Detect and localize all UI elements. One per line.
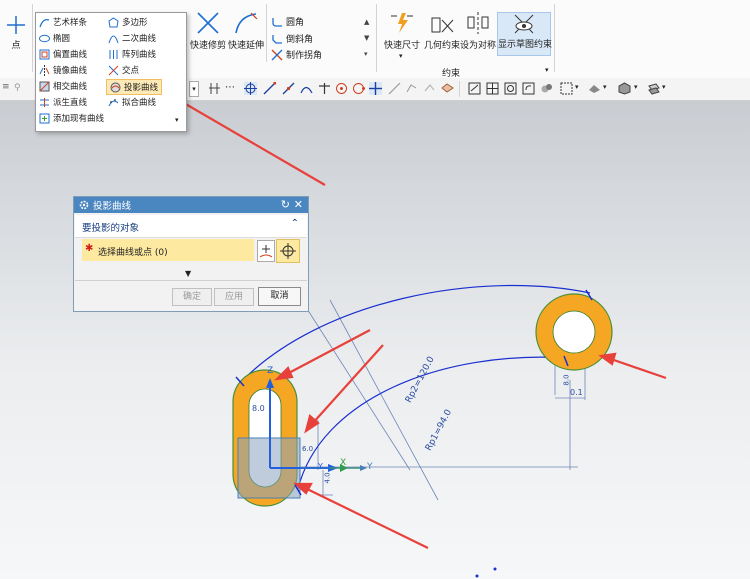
menu-item-intersection-point[interactable]: 交点 (108, 64, 139, 76)
curve-rule-icon (259, 245, 273, 258)
spline-icon (39, 18, 50, 27)
required-asterisk-icon: ✱ (85, 243, 94, 254)
more-options-expand-icon[interactable]: ▼ (185, 269, 191, 278)
fit-curve-icon (108, 98, 119, 106)
axis-y-label-2: Y (318, 462, 323, 471)
axis-z-label: Z (267, 366, 274, 376)
project-curve-icon (110, 82, 121, 92)
menu-item-conic[interactable]: 二次曲线 (108, 32, 156, 44)
mirror-curve-icon (39, 64, 50, 76)
offset-curve-icon (39, 49, 50, 59)
pattern-curve-icon (109, 49, 118, 59)
cancel-button[interactable]: 取消 (258, 287, 301, 306)
apply-button[interactable]: 应用 (214, 288, 254, 306)
dimension-slot-width[interactable]: 8.0 (252, 404, 265, 413)
dimension-ring-offset[interactable]: 0.1 (570, 388, 583, 397)
conic-icon (108, 35, 119, 43)
dialog-title: 投影曲线 (93, 201, 132, 212)
menu-item-intersection-curve[interactable]: 相交曲线 (39, 80, 87, 92)
menu-item-project-curve[interactable]: 投影曲线 (106, 79, 163, 95)
menu-item-derived-line[interactable]: 派生直线 (39, 96, 87, 108)
menu-expand-icon[interactable]: ▾ (175, 116, 179, 124)
curve-rule-button[interactable] (257, 240, 275, 262)
point-dialog-button[interactable] (276, 239, 300, 263)
add-existing-curve-icon (39, 113, 50, 123)
menu-item-fit-curve[interactable]: 拟合曲线 (108, 96, 156, 108)
project-curve-dialog: 投影曲线 ↻ ✕ 要投影的对象 ⌃ ✱ 选择曲线或点 (0) ▼ 确定 应用 取… (73, 196, 309, 312)
intersection-curve-icon (39, 81, 50, 91)
dimension-slot-height[interactable]: 6.0 (302, 445, 313, 453)
close-icon[interactable]: ✕ (294, 198, 303, 211)
dimension-slot-offset[interactable]: 4.0 (324, 472, 332, 483)
intersection-point-icon (108, 65, 119, 75)
ring-shape (535, 293, 613, 371)
inner-arc (297, 356, 569, 490)
dimension-ring-small[interactable]: 8.0 (563, 374, 571, 385)
polygon-icon (108, 16, 119, 27)
dialog-title-bar[interactable]: 投影曲线 ↻ ✕ (74, 197, 308, 213)
collapse-section-icon[interactable]: ⌃ (291, 218, 299, 229)
select-curve-or-point-label: 选择曲线或点 (0) (98, 248, 168, 258)
axis-x-label: X (340, 458, 347, 468)
menu-item-mirror-curve[interactable]: 镜像曲线 (39, 64, 87, 76)
section-title: 要投影的对象 (82, 223, 140, 234)
ok-button[interactable]: 确定 (172, 288, 212, 306)
axis-y-label: Y (367, 462, 373, 472)
menu-item-pattern-curve[interactable]: 阵列曲线 (108, 48, 156, 60)
reset-icon[interactable]: ↻ (281, 198, 290, 211)
curve-dropdown-menu: 艺术样条 多边形 椭圆 二次曲线 偏置曲线 阵列曲线 镜像曲线 交点 相交曲线 … (35, 12, 187, 132)
derived-line-icon (40, 97, 49, 107)
menu-item-polygon[interactable]: 多边形 (108, 16, 148, 28)
menu-item-add-existing-curve[interactable]: 添加现有曲线 (39, 112, 104, 124)
menu-item-offset-curve[interactable]: 偏置曲线 (39, 48, 87, 60)
gear-icon[interactable] (79, 200, 89, 210)
menu-item-studio-spline[interactable]: 艺术样条 (39, 16, 87, 28)
select-object-row[interactable]: ✱ 选择曲线或点 (0) (82, 239, 254, 261)
ellipse-icon (39, 34, 50, 42)
menu-item-ellipse[interactable]: 椭圆 (39, 32, 70, 44)
slot-shape (232, 369, 301, 507)
crosshair-icon (280, 243, 296, 259)
section-header[interactable]: 要投影的对象 ⌃ (75, 215, 307, 238)
